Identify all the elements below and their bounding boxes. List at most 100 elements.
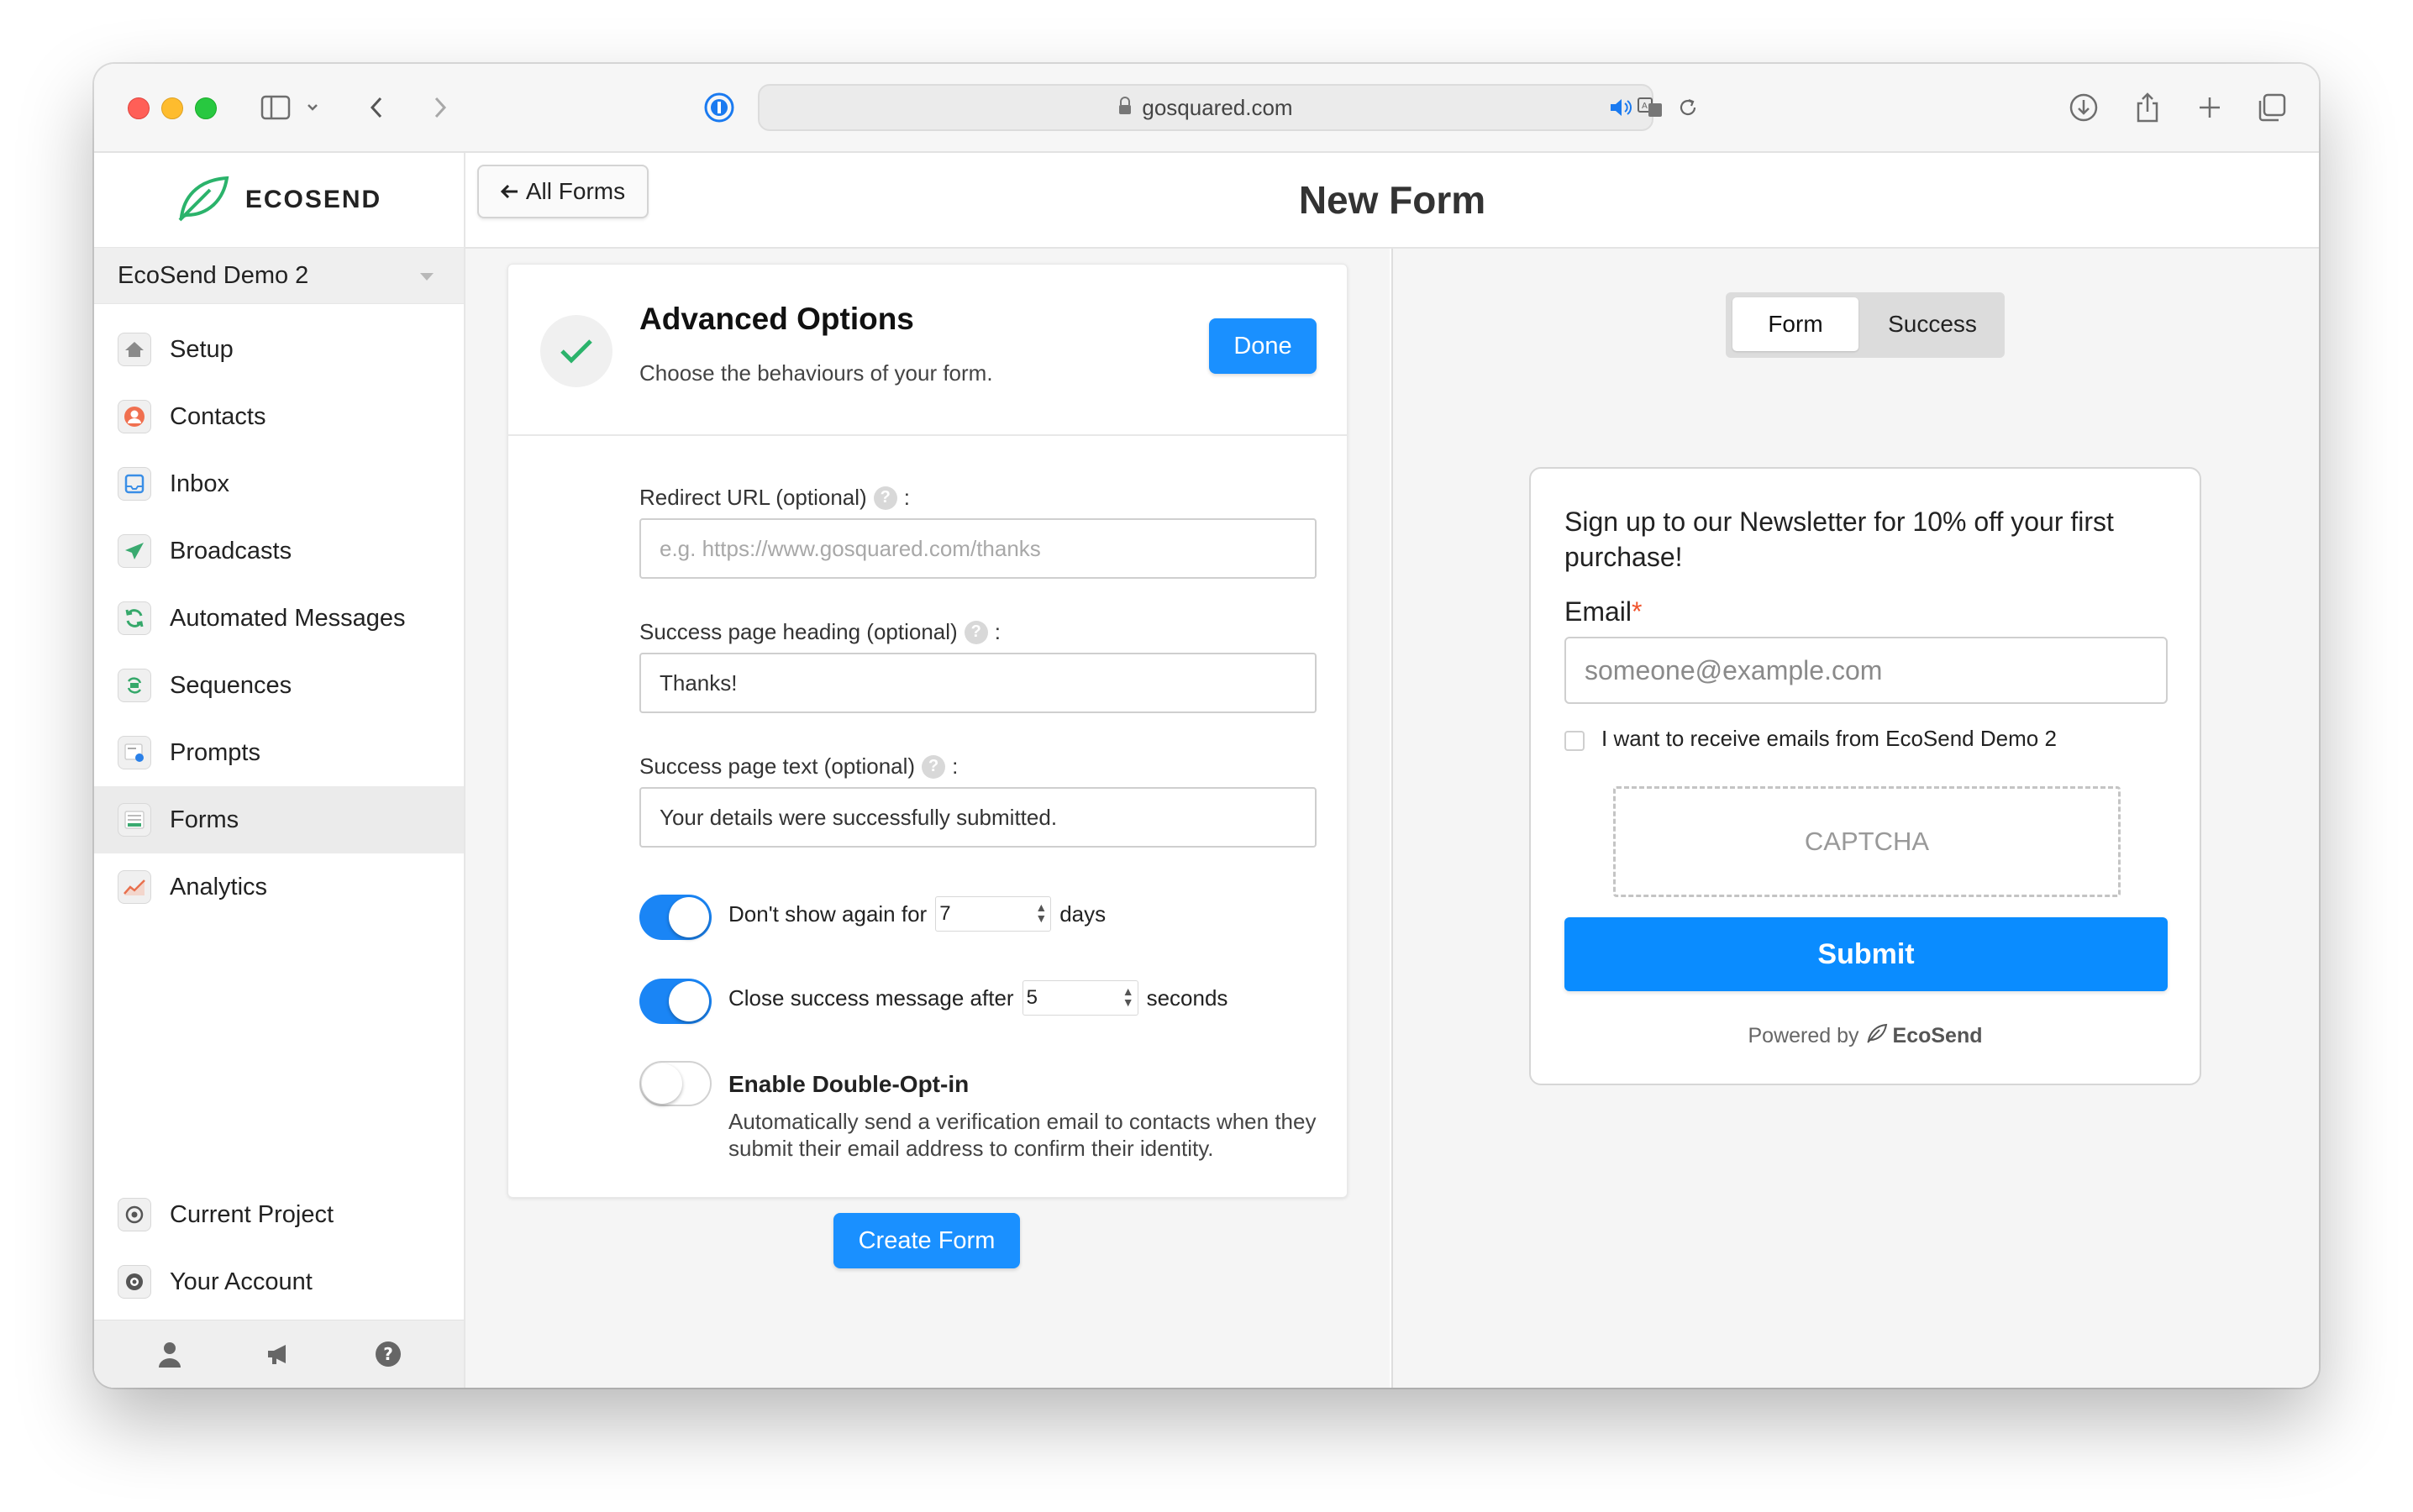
browser-toolbar: gosquared.com A — [94, 64, 2319, 153]
sidebar-item-inbox[interactable]: Inbox — [94, 450, 464, 517]
user-icon[interactable] — [153, 1337, 187, 1371]
new-tab-icon[interactable] — [2190, 87, 2230, 128]
success-heading-label: Success page heading (optional) ?: — [639, 619, 1001, 644]
tab-success[interactable]: Success — [1865, 297, 2000, 351]
address-bar[interactable]: gosquared.com A — [758, 84, 1696, 131]
stepper-icon[interactable]: ▲ ▼ — [1035, 901, 1047, 924]
redirect-url-label-text: Redirect URL (optional) — [639, 485, 867, 510]
translate-icon[interactable]: A — [1635, 91, 1665, 124]
tab-overview-icon[interactable] — [2252, 87, 2292, 128]
close-success-suffix: seconds — [1146, 984, 1228, 1011]
page-title: New Form — [1298, 178, 1486, 222]
dont-show-suffix: days — [1059, 900, 1107, 927]
sidebar-item-forms[interactable]: Forms — [94, 786, 464, 853]
close-seconds-input[interactable]: 5 ▲ ▼ — [1022, 980, 1138, 1016]
minimize-window-button[interactable] — [161, 97, 183, 119]
card-header: Advanced Options Choose the behaviours o… — [508, 265, 1347, 436]
brand-logo[interactable]: ECOSEND — [94, 153, 464, 247]
double-opt-in-toggle[interactable] — [639, 1061, 712, 1106]
help-circle-icon[interactable]: ? — [922, 754, 946, 779]
redirect-url-input[interactable]: e.g. https://www.gosquared.com/thanks — [639, 518, 1317, 579]
project-name: EcoSend Demo 2 — [118, 261, 309, 289]
contacts-icon — [118, 400, 151, 433]
success-text-input[interactable]: Your details were successfully submitted… — [639, 787, 1317, 848]
sidebar-item-your-account[interactable]: Your Account — [94, 1248, 464, 1315]
downloads-icon[interactable] — [2063, 87, 2104, 128]
success-heading-input[interactable]: Thanks! — [639, 653, 1317, 713]
options-panel: Advanced Options Choose the behaviours o… — [465, 249, 1390, 1388]
help-circle-icon[interactable]: ? — [964, 620, 988, 644]
sidebar-item-label: Prompts — [170, 738, 260, 766]
captcha-placeholder[interactable]: CAPTCHA — [1613, 786, 2121, 897]
project-selector[interactable]: EcoSend Demo 2 — [94, 247, 464, 304]
reload-icon[interactable] — [1675, 91, 1701, 124]
help-icon[interactable]: ? — [371, 1337, 405, 1371]
email-label: Email* — [1564, 596, 1642, 627]
all-forms-label: All Forms — [525, 178, 626, 204]
sidebar-item-label: Setup — [170, 335, 234, 363]
forms-icon — [118, 803, 151, 837]
url-text: gosquared.com — [1142, 94, 1293, 120]
sidebar-item-contacts[interactable]: Contacts — [94, 383, 464, 450]
sidebar-footer: ? — [94, 1320, 464, 1388]
paper-plane-icon — [118, 534, 151, 568]
advanced-options-title: Advanced Options — [639, 302, 914, 336]
preview-tabs: Form Success — [1726, 292, 2005, 358]
tab-form[interactable]: Form — [1732, 297, 1858, 351]
sidebar-item-label: Automated Messages — [170, 604, 406, 632]
close-success-toggle[interactable] — [639, 979, 712, 1024]
powered-by-text: Powered by — [1748, 1024, 1859, 1047]
forward-arrow-icon[interactable] — [423, 87, 457, 128]
dont-show-days-value: 7 — [939, 902, 951, 925]
powered-by: Powered by EcoSend — [1531, 1023, 2200, 1049]
sidebar-item-label: Broadcasts — [170, 537, 292, 564]
success-text-label: Success page text (optional) ?: — [639, 753, 959, 779]
close-window-button[interactable] — [128, 97, 150, 119]
leaf-icon — [176, 175, 230, 226]
success-heading-label-text: Success page heading (optional) — [639, 619, 958, 644]
create-form-button[interactable]: Create Form — [833, 1213, 1020, 1268]
lock-icon — [1118, 95, 1132, 121]
project-icon — [118, 1198, 151, 1231]
sidebar-item-label: Sequences — [170, 671, 292, 699]
form-heading: Sign up to our Newsletter for 10% off yo… — [1564, 507, 2114, 572]
stepper-icon[interactable]: ▲ ▼ — [1122, 985, 1134, 1008]
svg-text:?: ? — [383, 1344, 393, 1364]
dont-show-label: Don't show again for — [728, 900, 928, 927]
form-preview-card: Sign up to our Newsletter for 10% off yo… — [1529, 467, 2201, 1085]
arrow-left-icon — [500, 178, 519, 205]
sidebar-item-automated-messages[interactable]: Automated Messages — [94, 585, 464, 652]
email-label-text: Email — [1564, 596, 1632, 627]
consent-label: I want to receive emails from EcoSend De… — [1601, 726, 2057, 751]
all-forms-button[interactable]: All Forms — [477, 165, 649, 218]
dont-show-days-input[interactable]: 7 ▲ ▼ — [935, 896, 1052, 932]
sidebar-item-prompts[interactable]: Prompts — [94, 719, 464, 786]
submit-button[interactable]: Submit — [1564, 917, 2168, 991]
sidebar-item-label: Forms — [170, 806, 239, 833]
sidebar-item-analytics[interactable]: Analytics — [94, 853, 464, 921]
back-arrow-icon[interactable] — [360, 87, 393, 128]
email-input[interactable]: someone@example.com — [1564, 637, 2168, 704]
sidebar-item-current-project[interactable]: Current Project — [94, 1181, 464, 1248]
advanced-options-subtitle: Choose the behaviours of your form. — [639, 360, 993, 386]
speaker-icon[interactable] — [1608, 91, 1633, 124]
chevron-down-icon[interactable] — [302, 87, 323, 128]
share-icon[interactable] — [2127, 87, 2168, 128]
sidebar-item-sequences[interactable]: Sequences — [94, 652, 464, 719]
sidebar-item-label: Contacts — [170, 402, 266, 430]
sidebar-item-label: Inbox — [170, 470, 229, 497]
megaphone-icon[interactable] — [262, 1337, 296, 1371]
advanced-options-card: Advanced Options Choose the behaviours o… — [507, 264, 1348, 1198]
sidebar-item-setup[interactable]: Setup — [94, 316, 464, 383]
help-circle-icon[interactable]: ? — [873, 486, 897, 510]
password-manager-icon[interactable] — [701, 87, 738, 128]
sidebar-item-broadcasts[interactable]: Broadcasts — [94, 517, 464, 585]
consent-checkbox[interactable] — [1564, 731, 1585, 751]
zoom-window-button[interactable] — [195, 97, 217, 119]
sidebar-toggle-icon[interactable] — [255, 87, 296, 128]
double-opt-in-description: Automatically send a verification email … — [728, 1109, 1317, 1161]
dont-show-toggle[interactable] — [639, 895, 712, 940]
sidebar: ECOSEND EcoSend Demo 2 Setup Contacts In… — [94, 153, 465, 1388]
done-button[interactable]: Done — [1209, 318, 1317, 374]
double-opt-in-title: Enable Double-Opt-in — [728, 1071, 970, 1097]
